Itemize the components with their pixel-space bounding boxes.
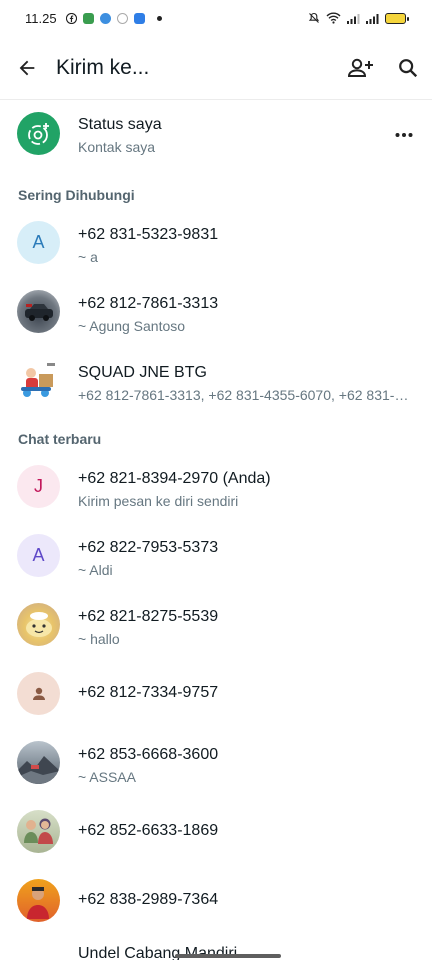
contact-name: +62 822-7953-5373 <box>78 539 219 556</box>
contact-row[interactable]: +62 821-8275-5539 ~ hallo <box>0 590 432 659</box>
back-button[interactable] <box>0 36 52 100</box>
landscape-photo-icon <box>17 756 60 784</box>
status-options-button[interactable] <box>390 121 418 149</box>
avatar-photo <box>17 741 60 784</box>
group-members: +62 812-7861-3313, +62 831-4355-6070, +6… <box>78 387 414 403</box>
group-row[interactable]: SQUAD JNE BTG +62 812-7861-3313, +62 831… <box>0 346 432 415</box>
avatar-photo <box>17 603 60 646</box>
search-icon <box>399 58 418 77</box>
notification-icons <box>65 12 162 24</box>
avatar: A <box>17 534 60 577</box>
contact-subtitle: ~ hallo <box>78 631 120 647</box>
status-camera-icon <box>27 122 49 145</box>
avatar-group-photo <box>17 359 60 402</box>
person-photo-icon <box>27 887 49 919</box>
status-bar: 11.25 <box>0 0 432 36</box>
facebook-icon <box>65 12 77 24</box>
car-photo-icon <box>24 303 53 321</box>
cartoon-face-icon <box>25 611 52 637</box>
contact-row[interactable]: +62 812-7861-3313 ~ Agung Santoso <box>0 277 432 346</box>
contact-row-self[interactable]: J +62 821-8394-2970 (Anda) Kirim pesan k… <box>0 452 432 521</box>
contact-subtitle: ~ Aldi <box>78 562 113 578</box>
avatar-default <box>17 672 60 715</box>
mute-icon <box>308 12 320 23</box>
clock: 11.25 <box>25 10 57 26</box>
home-indicator[interactable] <box>175 954 281 958</box>
person-icon <box>32 687 45 700</box>
app-blue-icon <box>99 12 111 24</box>
my-status-title: Status saya <box>78 116 162 133</box>
couple-photo-icon <box>24 818 53 844</box>
avatar: A <box>17 221 60 264</box>
status-avatar <box>17 112 60 155</box>
contact-row[interactable]: +62 812-7334-9757 <box>0 659 432 728</box>
arrow-back-icon <box>19 60 35 75</box>
add-contact-button[interactable] <box>336 36 384 100</box>
contact-subtitle: ~ ASSAA <box>78 769 136 785</box>
my-status-subtitle: Kontak saya <box>78 139 156 155</box>
add-person-icon <box>347 58 373 77</box>
avatar-photo <box>17 879 60 922</box>
contact-row[interactable]: A +62 822-7953-5373 ~ Aldi <box>0 521 432 590</box>
signal-1-icon <box>347 13 360 24</box>
contact-subtitle: Kirim pesan ke diri sendiri <box>78 493 239 509</box>
avatar: J <box>17 465 60 508</box>
contact-row[interactable]: A +62 831-5323-9831 ~ a <box>0 208 432 277</box>
contact-name: +62 838-2989-7364 <box>78 891 219 908</box>
contact-row[interactable]: +62 852-6633-1869 <box>0 797 432 866</box>
courier-cartoon-icon <box>21 363 55 397</box>
my-status-row[interactable]: Status saya Kontak saya <box>0 100 432 170</box>
system-icons <box>308 12 409 24</box>
contact-name: +62 852-6633-1869 <box>78 822 219 839</box>
contact-row[interactable]: +62 838-2989-7364 <box>0 866 432 935</box>
app-bar: Kirim ke... <box>0 36 432 100</box>
avatar-photo <box>17 290 60 333</box>
more-horizontal-icon <box>395 133 413 137</box>
contact-row[interactable]: +62 853-6668-3600 ~ ASSAA <box>0 728 432 797</box>
avatar-photo <box>17 810 60 853</box>
signal-2-icon <box>366 13 379 24</box>
contact-subtitle: ~ a <box>78 249 98 265</box>
section-frequent-header: Sering Dihubungi <box>18 187 135 203</box>
search-button[interactable] <box>384 36 432 100</box>
app-square-icon <box>133 12 145 24</box>
app-green-icon <box>82 12 94 24</box>
more-notifications-dot <box>156 15 162 21</box>
contact-name: +62 821-8275-5539 <box>78 608 219 625</box>
app-sparkle-icon <box>116 12 128 24</box>
contact-subtitle: ~ Agung Santoso <box>78 318 186 334</box>
contact-name: +62 812-7334-9757 <box>78 684 219 701</box>
section-recent-header: Chat terbaru <box>18 431 102 447</box>
contact-name: +62 812-7861-3313 <box>78 295 219 312</box>
page-title: Kirim ke... <box>56 55 150 79</box>
contact-name: +62 853-6668-3600 <box>78 746 219 763</box>
battery-icon <box>385 12 409 24</box>
group-name: SQUAD JNE BTG <box>78 364 207 381</box>
contact-name: +62 831-5323-9831 <box>78 226 219 243</box>
wifi-icon <box>326 12 341 24</box>
contact-name: +62 821-8394-2970 (Anda) <box>78 470 271 487</box>
